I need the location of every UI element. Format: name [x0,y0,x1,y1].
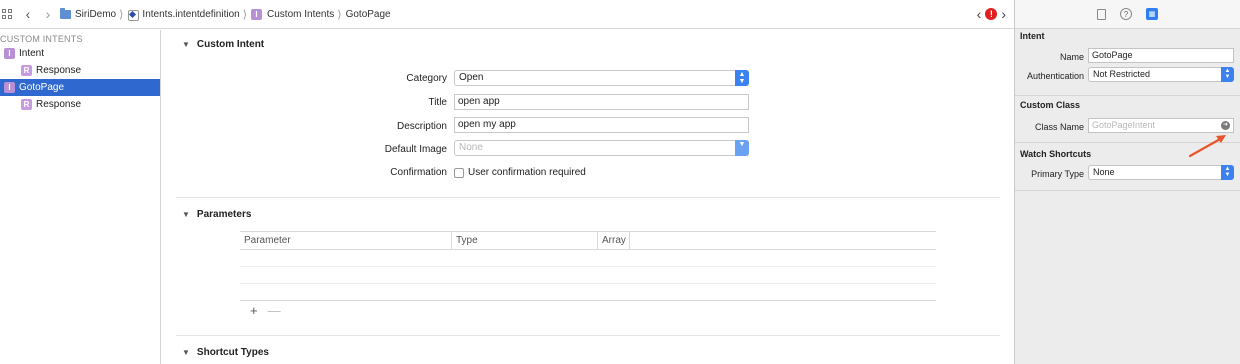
intent-editor: ▼ Custom Intent Category Open ▲ ▼ Title o… [162,30,1014,364]
name-field[interactable]: GotoPage [1088,48,1234,63]
disclosure-triangle-icon[interactable]: ▼ [182,210,190,219]
response-badge-icon: R [21,65,32,76]
outline-item-gotopage[interactable]: I GotoPage [0,79,160,96]
disclosure-triangle-icon[interactable]: ▼ [182,40,190,49]
section-title: Parameters [196,209,252,220]
remove-parameter-button[interactable]: — [268,303,281,318]
breadcrumb-separator: ⟩ [337,8,342,21]
confirmation-label: Confirmation [390,167,447,178]
table-buttons: + — [250,303,281,318]
popup-stepper-icon: ▲ ▼ [735,70,749,86]
popup-stepper-icon: ▲ ▼ [1221,67,1234,82]
custom-intent-section-header[interactable]: ▼ Custom Intent [182,39,264,50]
section-divider [176,197,1000,198]
inspector-tabs: ? ▦ [1015,0,1240,29]
inspector-divider [1015,190,1240,191]
outline-header: CUSTOM INTENTS [0,34,83,44]
attributes-inspector: ? ▦ Intent Name GotoPage Authentication … [1014,0,1240,364]
folder-icon [60,7,71,19]
class-name-placeholder: GotoPageIntent [1092,120,1156,130]
shortcut-types-section-header[interactable]: ▼ Shortcut Types [182,347,269,358]
default-image-label: Default Image [384,144,447,155]
outline-item-label: Response [36,65,82,76]
column-header-parameter[interactable]: Parameter [240,232,452,249]
intent-section-title: Intent [1020,31,1045,41]
outline-item-label: GotoPage [19,82,65,93]
breadcrumb-file[interactable]: Intents.intentdefinition [127,8,240,21]
breadcrumb-separator: ⟩ [242,8,248,21]
user-confirmation-label: User confirmation required [468,167,586,178]
class-name-label: Class Name [1034,122,1084,132]
primary-type-label: Primary Type [1031,169,1084,179]
annotation-arrow-icon [1188,135,1226,158]
breadcrumb-separator: ⟩ [119,8,124,21]
back-button[interactable]: ‹ [22,7,34,21]
popup-value: Open [459,72,484,83]
attributes-inspector-icon[interactable]: ▦ [1146,8,1158,20]
column-header-type[interactable]: Type [452,232,598,249]
quick-help-icon[interactable]: ? [1120,8,1132,20]
parameters-table: Parameter Type Array [240,231,936,301]
title-label: Title [428,97,447,108]
breadcrumb-label: GotoPage [345,8,391,20]
outline-item-label: Response [36,99,82,110]
section-title: Custom Intent [196,39,265,50]
inspector-divider [1015,95,1240,96]
add-parameter-button[interactable]: + [250,303,258,318]
popup-value: Not Restricted [1093,69,1151,79]
popup-value: None [1093,167,1115,177]
category-popup[interactable]: Open ▲ ▼ [454,70,749,86]
user-confirmation-checkbox[interactable] [454,168,464,178]
outline-item-response[interactable]: R Response [0,96,160,113]
intent-badge-icon: I [4,82,15,93]
response-badge-icon: R [21,99,32,110]
table-row[interactable] [240,284,936,301]
breadcrumb-label: Intents.intentdefinition [142,8,240,20]
intent-badge-icon: I [251,8,263,20]
file-inspector-icon[interactable] [1097,8,1106,20]
related-items-icon[interactable] [2,9,12,19]
table-header: Parameter Type Array [240,231,936,250]
table-row[interactable] [240,250,936,267]
table-row[interactable] [240,267,936,284]
outline-item-intent[interactable]: I Intent [0,45,160,62]
description-label: Description [396,121,447,132]
primary-type-popup[interactable]: None ▲ ▼ [1088,165,1234,180]
category-label: Category [406,73,447,84]
intent-definition-icon [127,9,140,21]
column-header-array[interactable]: Array [598,232,630,249]
intent-badge-icon: I [4,48,15,59]
authentication-label: Authentication [1026,71,1084,81]
authentication-popup[interactable]: Not Restricted ▲ ▼ [1088,67,1234,82]
section-title: Shortcut Types [196,347,269,358]
intents-outline: CUSTOM INTENTS I Intent R Response I Got… [0,30,161,364]
outline-item-response[interactable]: R Response [0,62,160,79]
breadcrumb-label: SiriDemo [75,8,117,20]
disclosure-triangle-icon[interactable]: ▼ [182,348,190,357]
breadcrumb-intent[interactable]: GotoPage [346,9,391,20]
outline-item-label: Intent [19,48,45,59]
section-divider [176,335,1000,336]
parameters-section-header[interactable]: ▼ Parameters [182,209,251,220]
breadcrumb-project[interactable]: SiriDemo [60,7,117,20]
title-field[interactable]: open app [454,94,749,110]
description-field[interactable]: open my app [454,117,749,133]
custom-class-section-title: Custom Class [1020,100,1081,110]
issue-navigator: ‹ ! › [977,7,1006,21]
jump-bar: ‹ › SiriDemo ⟩ Intents.intentdefinition … [0,0,1014,29]
breadcrumb-label: Custom Intents [267,8,335,20]
popup-stepper-icon: ▲ ▼ [1221,165,1234,180]
next-issue-icon[interactable]: › [1001,7,1006,21]
error-icon[interactable]: ! [985,8,998,20]
watch-shortcuts-section-title: Watch Shortcuts [1020,149,1092,159]
name-label: Name [1059,52,1084,62]
forward-button[interactable]: › [42,7,54,21]
breadcrumb-group[interactable]: I Custom Intents [251,8,335,20]
default-image-popup[interactable]: None ▼ [454,140,749,156]
popup-chevron-icon: ▼ [735,140,749,156]
previous-issue-icon[interactable]: ‹ [977,7,982,21]
popup-value: None [459,142,483,153]
